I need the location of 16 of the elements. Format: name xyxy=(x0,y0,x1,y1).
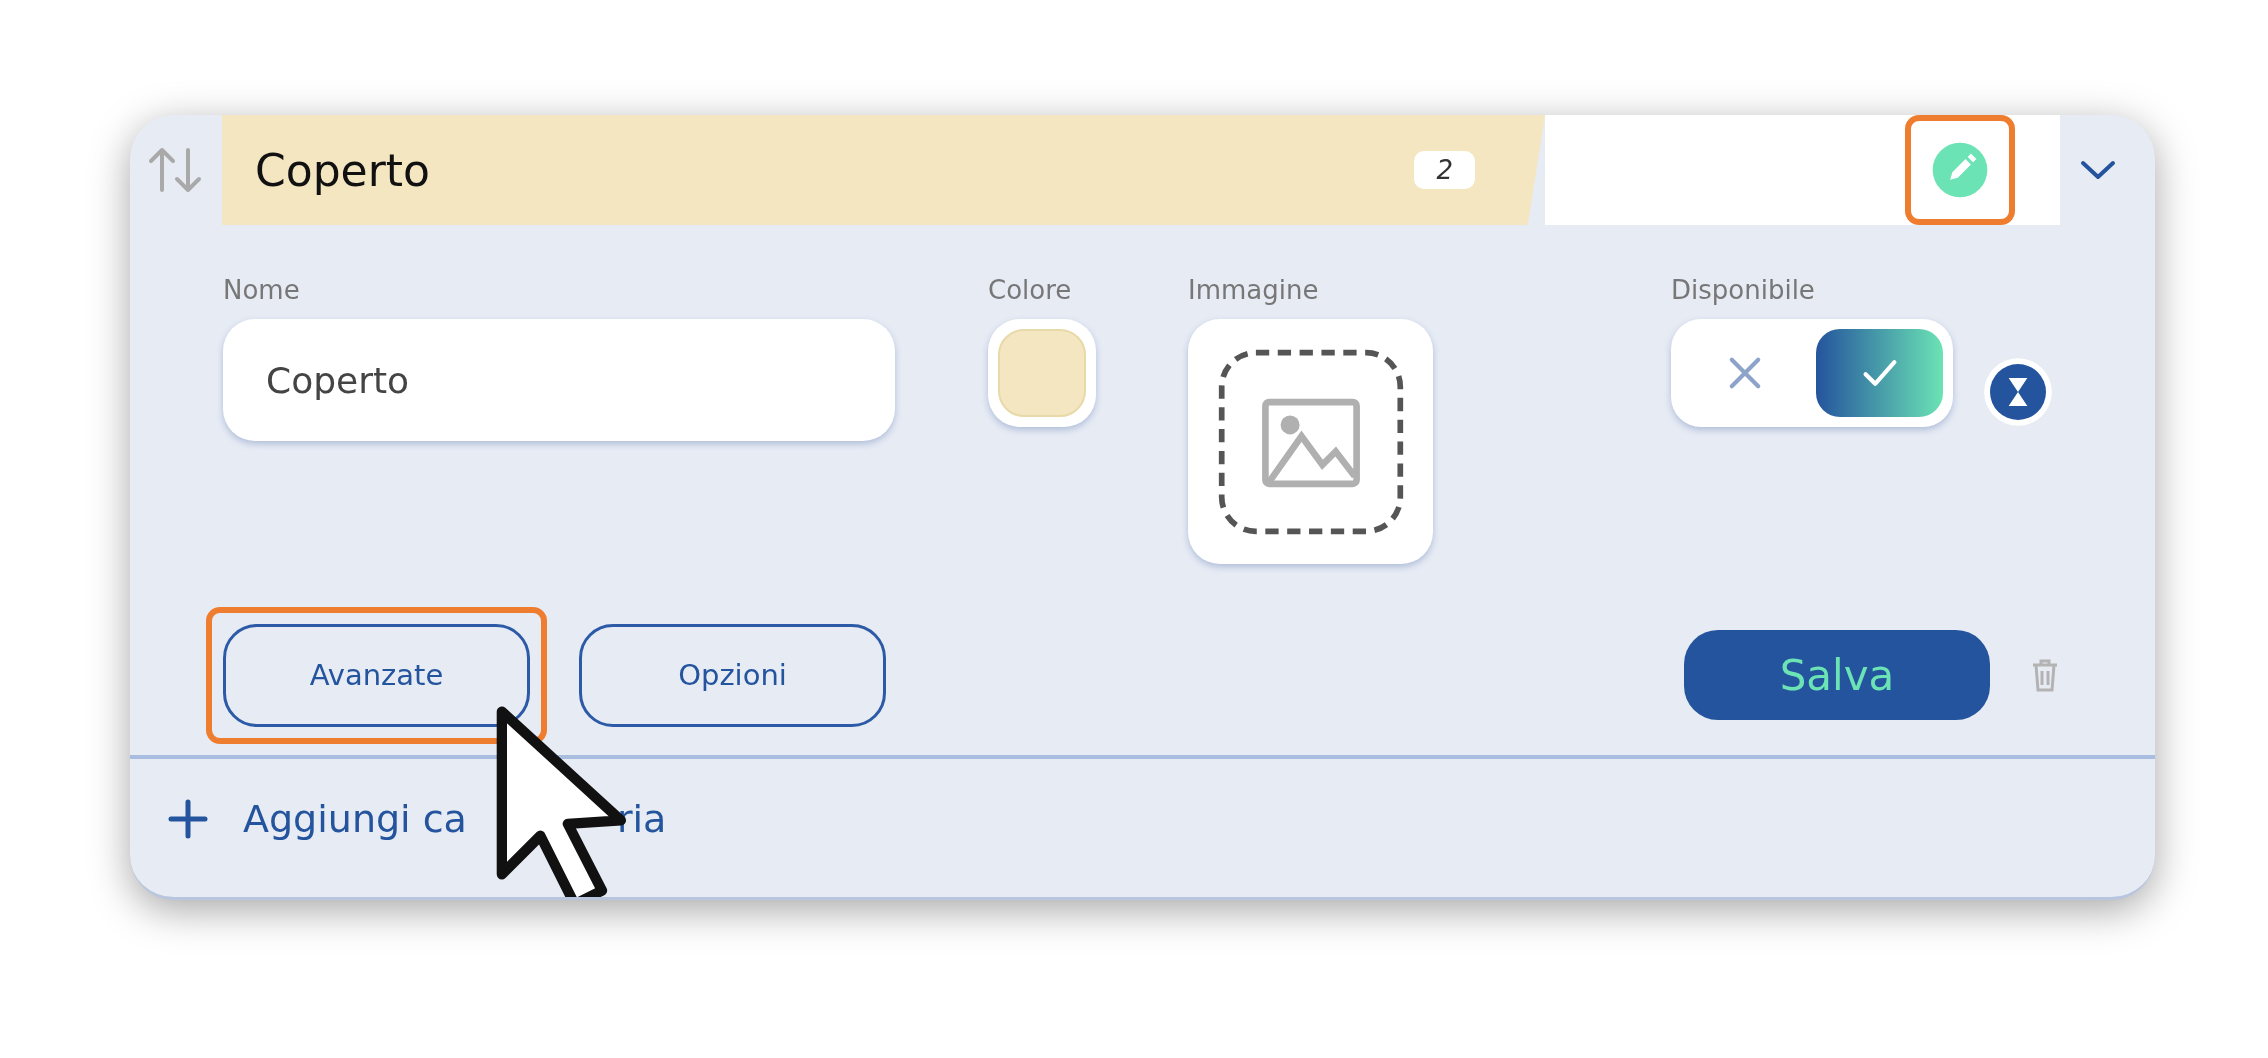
field-label: Disponibile xyxy=(1671,275,1816,305)
toggle-thumb[interactable] xyxy=(1816,329,1943,417)
hourglass-icon[interactable] xyxy=(1983,357,2053,427)
outline-button[interactable]: Opzioni xyxy=(579,623,886,727)
save-button[interactable]: Salva xyxy=(1684,630,1990,720)
count-badge: 2 xyxy=(1414,151,1475,189)
plus-icon[interactable] xyxy=(168,799,208,839)
category-title: Coperto xyxy=(255,144,431,196)
field-label: Immagine xyxy=(1188,275,1320,305)
field-label: Nome xyxy=(223,275,301,305)
field-label: Colore xyxy=(988,275,1073,305)
color-picker[interactable] xyxy=(988,319,1096,427)
text-field[interactable]: Coperto xyxy=(223,319,895,441)
image-upload[interactable] xyxy=(1188,319,1433,564)
availability-toggle[interactable] xyxy=(1671,319,1953,427)
add-category-link[interactable]: Aggiungi ca xyxy=(243,797,467,841)
